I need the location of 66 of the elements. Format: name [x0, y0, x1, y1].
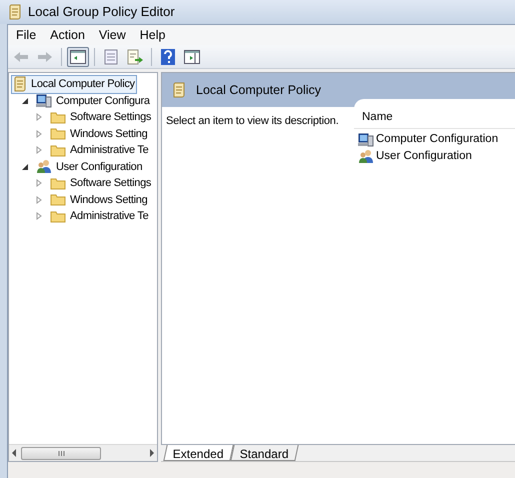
folder-icon — [50, 193, 66, 206]
scroll-right-icon[interactable] — [149, 449, 155, 457]
tree-item[interactable]: Windows Setting — [48, 124, 150, 143]
window-title: Local Group Policy Editor — [28, 3, 175, 22]
expanded-arrow-icon[interactable] — [21, 96, 29, 105]
computer-icon — [36, 94, 52, 108]
folder-icon — [50, 176, 66, 190]
scroll-icon — [13, 76, 27, 92]
tree-item[interactable]: Windows Setting — [48, 190, 150, 209]
tree-item-label: Windows Setting — [70, 192, 148, 208]
description-text: Select an item to view its description. — [166, 115, 339, 127]
list-item-label: Computer Configuration — [376, 132, 498, 147]
list-item-label: User Configuration — [376, 148, 472, 164]
tree-item[interactable]: User Configuration — [34, 158, 144, 176]
forward-arrow-icon — [37, 50, 53, 62]
back-arrow-icon — [13, 50, 29, 62]
help-icon — [161, 48, 175, 64]
tree-item-label: Administrative Te — [70, 209, 148, 224]
menu-item[interactable]: Help — [134, 26, 172, 44]
collapsed-arrow-icon[interactable] — [35, 212, 43, 220]
computer-icon — [358, 132, 374, 146]
column-header[interactable]: Name — [354, 107, 515, 129]
collapsed-arrow-icon[interactable] — [35, 130, 43, 138]
tree-item-label: Computer Configura — [56, 94, 150, 108]
folder-icon — [50, 144, 66, 157]
view-tab[interactable]: Standard — [230, 445, 298, 461]
folder-icon — [50, 110, 66, 124]
collapsed-arrow-icon[interactable] — [35, 146, 43, 154]
list-item[interactable]: User Configuration — [358, 148, 515, 165]
collapsed-arrow-icon[interactable] — [35, 196, 43, 204]
tree-item-label: Local Computer Policy — [31, 77, 135, 92]
horizontal-scrollbar[interactable] — [9, 444, 157, 461]
collapsed-arrow-icon[interactable] — [35, 179, 43, 188]
scroll-thumb[interactable] — [21, 446, 101, 460]
tree-item-label: Software Settings — [70, 110, 152, 125]
tree-item[interactable]: Software Settings — [48, 174, 154, 192]
scroll-icon — [8, 4, 22, 20]
users-icon — [36, 159, 52, 174]
toolbar-button[interactable] — [67, 46, 89, 66]
users-icon — [358, 149, 374, 164]
view-tab[interactable]: Extended — [163, 445, 234, 461]
tree-item-label: Administrative Te — [70, 143, 148, 158]
collapsed-arrow-icon[interactable] — [35, 113, 43, 122]
tree-item[interactable]: Administrative Te — [48, 207, 150, 226]
tree-item[interactable]: Administrative Te — [48, 141, 150, 160]
document-icon — [104, 48, 118, 64]
tree-item[interactable]: Software Settings — [48, 108, 154, 126]
menu-item[interactable]: View — [92, 26, 132, 44]
scroll-left-icon[interactable] — [11, 449, 17, 457]
grip-icon — [58, 450, 64, 456]
scroll-icon — [172, 82, 186, 98]
tree-item-label: Windows Setting — [70, 126, 148, 142]
menu-item[interactable]: File — [10, 26, 42, 44]
panel-icon — [70, 50, 86, 64]
folder-icon — [50, 127, 66, 140]
tree-item-label: Software Settings — [70, 176, 152, 191]
panel-icon — [184, 50, 200, 64]
export-list-icon — [127, 48, 143, 64]
menu-item[interactable]: Action — [44, 26, 91, 44]
tree-item[interactable]: Computer Configura — [34, 92, 152, 110]
folder-icon — [50, 210, 66, 223]
expanded-arrow-icon[interactable] — [21, 162, 29, 171]
list-item[interactable]: Computer Configuration — [358, 131, 515, 148]
tree-item[interactable]: Local Computer Policy — [11, 75, 137, 94]
tree-item-label: User Configuration — [56, 160, 142, 174]
pane-title: Local Computer Policy — [196, 82, 322, 99]
